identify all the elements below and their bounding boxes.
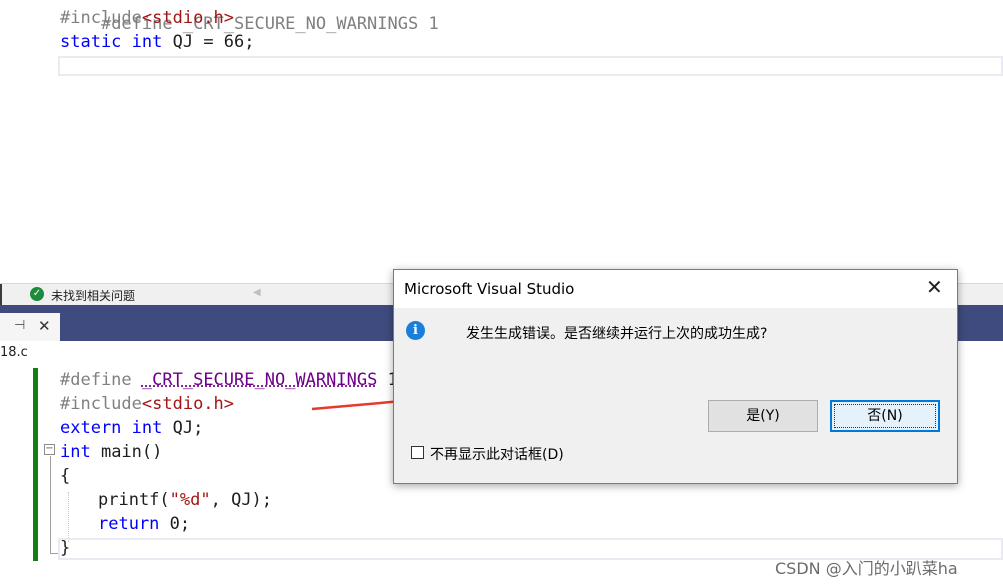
watermark: CSDN @入门的小趴菜ha: [775, 559, 958, 578]
scroll-left-icon[interactable]: ◀: [253, 287, 261, 298]
macro-token: _CRT_SECURE_NO_WARNINGS: [141, 370, 378, 390]
code-line-include: #include<stdio.h>: [60, 6, 234, 30]
keyword-return: return: [98, 514, 160, 534]
code-text: , QJ);: [210, 490, 273, 510]
code-line-printf: printf("%d", QJ);: [98, 488, 272, 512]
pin-icon[interactable]: ⊣: [14, 318, 25, 333]
code-line-include: #include<stdio.h>: [60, 392, 234, 416]
string-token: "%d": [169, 490, 211, 510]
code-text: 0;: [159, 514, 191, 534]
keyword-static: static: [60, 32, 122, 52]
outline-guide: [50, 456, 51, 554]
preprocessor-token: #include: [60, 8, 142, 28]
function-token: printf(: [98, 490, 170, 510]
collapse-toggle-icon[interactable]: −: [44, 444, 55, 455]
code-line-define: #define _CRT_SECURE_NO_WARNINGS 1: [60, 368, 398, 392]
build-error-dialog: Microsoft Visual Studio ✕ i 发生生成错误。是否继续并…: [393, 269, 958, 484]
preprocessor-token: #include: [60, 394, 142, 414]
code-line-return: return 0;: [98, 512, 190, 536]
code-text: QJ;: [162, 418, 204, 438]
keyword-int: int: [131, 32, 163, 52]
dont-show-again-label[interactable]: 不再显示此对话框(D): [430, 444, 564, 464]
change-tracking-bar: [33, 368, 38, 561]
preprocessor-token: #define: [60, 370, 132, 390]
code-line-open-brace: {: [60, 464, 70, 488]
keyword-int: int: [131, 418, 163, 438]
code-text: }: [60, 538, 71, 558]
file-name[interactable]: 18.c: [0, 345, 28, 360]
yes-button-label: 是(Y): [746, 408, 780, 424]
focus-rect: [834, 404, 936, 428]
no-button[interactable]: 否(N): [830, 400, 940, 432]
code-text: QJ = 66;: [162, 32, 255, 52]
dont-show-again-checkbox[interactable]: [411, 446, 424, 459]
code-line-static-decl: static int QJ = 66;: [60, 30, 255, 54]
dialog-title-bar[interactable]: Microsoft Visual Studio ✕: [394, 270, 957, 308]
header-token: <stdio.h>: [141, 8, 235, 28]
tab-18c[interactable]: ⊣ ✕: [0, 313, 60, 341]
indent-guide: [68, 492, 69, 542]
code-text: {: [60, 466, 71, 486]
check-circle-icon: ✓: [30, 287, 44, 301]
yes-button[interactable]: 是(Y): [708, 400, 818, 432]
code-line-close-brace: }: [60, 536, 70, 560]
code-line-main: int main(): [60, 440, 162, 464]
dialog-body: [394, 308, 957, 396]
close-icon[interactable]: ✕: [926, 276, 943, 298]
current-line-highlight: [58, 56, 1003, 76]
outline-guide-end: [50, 553, 58, 554]
info-icon: i: [406, 321, 425, 340]
code-text: main(): [90, 442, 163, 462]
no-issues-text: 未找到相关问题: [51, 289, 136, 303]
keyword-extern: extern: [60, 418, 122, 438]
dialog-message: 发生生成错误。是否继续并运行上次的成功生成?: [466, 326, 768, 342]
strip-edge: [0, 284, 2, 306]
header-token: <stdio.h>: [141, 394, 235, 414]
code-line-extern-decl: extern int QJ;: [60, 416, 203, 440]
top-code-editor[interactable]: #define _CRT_SECURE_NO_WARNINGS 1 #inclu…: [0, 0, 1003, 270]
dialog-title: Microsoft Visual Studio: [404, 280, 575, 298]
keyword-int: int: [60, 442, 91, 462]
close-tab-icon[interactable]: ✕: [38, 317, 51, 335]
